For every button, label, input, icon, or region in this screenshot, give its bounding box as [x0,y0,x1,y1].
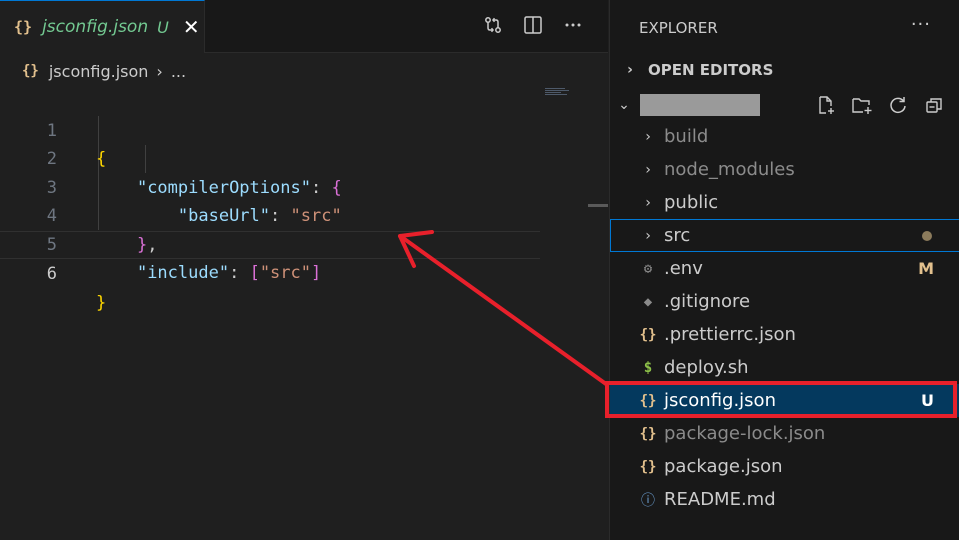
explorer-sidebar: EXPLORER ··· › OPEN EDITORS ⌄ › build › … [609,0,959,540]
tree-file-env[interactable]: ⚙ .env M [610,252,959,285]
breadcrumb-more[interactable]: ... [171,62,186,81]
tab-bar: {} jsconfig.json U ✕ [0,0,608,53]
chevron-right-icon: › [627,62,633,78]
tab-jsconfig[interactable]: {} jsconfig.json U ✕ [0,0,205,53]
breadcrumb-file[interactable]: jsconfig.json [49,62,149,81]
git-status-badge: M [918,259,934,278]
chevron-right-icon: › [643,161,653,178]
tree-item-label: .gitignore [664,291,751,312]
chevron-right-icon: › [156,61,163,81]
tree-folder-build[interactable]: › build [610,120,959,153]
tree-file-gitignore[interactable]: ◆ .gitignore [610,285,959,318]
code-token: } [96,292,107,313]
tree-file-prettierrc[interactable]: {} .prettierrc.json [610,318,959,351]
scrollbar[interactable] [588,53,608,540]
tree-folder-src[interactable]: › src [610,219,959,252]
code-token: "src" [259,263,311,283]
code-token: : [229,263,250,283]
tree-item-label: jsconfig.json [664,390,776,411]
json-icon: {} [14,18,33,36]
json-icon: {} [639,326,657,343]
tab-filename: jsconfig.json [42,17,149,37]
open-changes-icon[interactable] [482,14,504,36]
explorer-title: EXPLORER [639,19,718,37]
code-line-current: 6 } [0,230,540,313]
workspace-folder-header[interactable]: ⌄ [610,90,959,120]
info-icon: ⓘ [641,492,655,509]
json-icon: {} [639,425,657,442]
code-token: [ [249,263,260,283]
tree-file-readme[interactable]: ⓘ README.md [610,483,959,516]
split-editor-icon[interactable] [522,14,544,36]
tree-file-package-lock[interactable]: {} package-lock.json [610,417,959,450]
git-status-badge: U [921,391,934,410]
chevron-down-icon: ⌄ [618,97,630,113]
shell-icon: $ [643,359,653,376]
file-tree: › build › node_modules › public › src ⚙ … [610,120,959,516]
tree-item-label: src [664,225,691,246]
tab-status-badge: U [157,17,169,37]
line-number: 6 [46,264,57,284]
code-line: 3 "baseUrl": "src" [0,145,540,227]
workspace-name-redacted [640,94,760,116]
section-title: OPEN EDITORS [648,61,774,79]
tree-file-deploy-sh[interactable]: $ deploy.sh [610,351,959,384]
editor-pane: {} jsconfig.json U ✕ {} jsconfig.json › … [0,0,608,540]
tree-item-label: .env [664,258,703,279]
new-folder-icon[interactable] [850,93,874,117]
minimap[interactable] [545,88,571,100]
close-icon[interactable]: ✕ [183,17,200,37]
tree-item-label: package-lock.json [664,423,826,444]
code-token: ] [311,263,322,283]
code-token: "include" [136,263,230,283]
tree-item-label: deploy.sh [664,357,749,378]
chevron-right-icon: › [643,128,653,145]
more-actions-icon[interactable]: ··· [911,14,931,35]
modified-dot-icon [922,230,932,241]
breadcrumb: {} jsconfig.json › ... [22,60,186,82]
gear-icon: ⚙ [643,260,653,277]
json-icon: {} [639,458,657,475]
open-editors-section[interactable]: › OPEN EDITORS [610,56,959,84]
refresh-icon[interactable] [886,93,910,117]
editor-actions [482,14,584,36]
code-line: 4 }, [0,174,540,255]
tree-item-label: .prettierrc.json [664,324,796,345]
tree-item-label: node_modules [664,159,795,180]
new-file-icon[interactable] [814,93,838,117]
collapse-all-icon[interactable] [922,93,946,117]
workspace-actions [814,93,946,117]
json-icon: {} [639,392,657,409]
tree-item-label: public [664,192,719,213]
tree-file-jsconfig[interactable]: {} jsconfig.json U [610,384,959,417]
tree-file-package-json[interactable]: {} package.json [610,450,959,483]
code-line: 2 "compilerOptions": { [0,117,540,198]
tree-item-label: build [664,126,709,147]
tree-item-label: package.json [664,456,783,477]
tree-item-label: README.md [664,489,776,510]
tree-folder-public[interactable]: › public [610,186,959,219]
scrollbar-cursor-marker [588,204,608,207]
code-line: 5 "include": ["src"] [0,202,540,284]
code-line: 1 { [0,88,540,170]
chevron-right-icon: › [643,227,653,244]
code-editor[interactable]: 1 { 2 "compilerOptions": { 3 "baseUrl": … [0,88,540,313]
chevron-right-icon: › [643,194,653,211]
tree-folder-node-modules[interactable]: › node_modules [610,153,959,186]
git-icon: ◆ [643,293,653,310]
json-icon: {} [22,63,39,79]
more-actions-icon[interactable] [562,14,584,36]
